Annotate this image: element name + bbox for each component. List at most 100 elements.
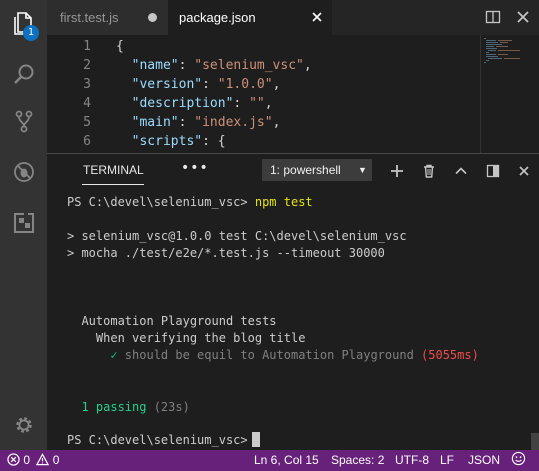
code-text: { [116, 37, 124, 56]
code-token: : [202, 77, 218, 92]
unsaved-dot-icon[interactable] [148, 13, 157, 22]
code-token: "version" [131, 77, 203, 92]
code-text: "scripts": { [116, 132, 226, 151]
code-token: : [178, 58, 195, 73]
test-name: should be equil to Automation Playground [117, 348, 414, 362]
terminal-line: Automation Playground tests [67, 314, 277, 328]
line-number: 3 [83, 77, 91, 92]
debug-icon[interactable] [0, 149, 47, 195]
prompt-text: PS C:\devel\selenium_vsc> [67, 433, 248, 447]
code-token: , [264, 96, 273, 111]
code-line: 1{ [47, 37, 477, 56]
chevron-down-icon: ▼ [358, 165, 367, 175]
terminal-line: > mocha ./test/e2e/*.test.js --timeout 3… [67, 246, 385, 260]
language-mode[interactable]: JSON [468, 450, 500, 471]
chevron-up-icon[interactable] [453, 163, 469, 179]
gear-icon[interactable] [0, 402, 47, 448]
code-token: : { [202, 134, 226, 149]
error-icon [7, 453, 20, 466]
tab-label: package.json [179, 10, 256, 25]
terminal-panel: TERMINAL ••• 1: powershell ▼ PS C:\devel… [47, 153, 539, 451]
trash-icon[interactable] [421, 163, 437, 179]
plus-icon[interactable] [389, 163, 405, 179]
cursor-position[interactable]: Ln 6, Col 15 [254, 450, 319, 471]
split-editor-icon[interactable] [485, 9, 501, 25]
terminal-line: PS C:\devel\selenium_vsc> [67, 432, 260, 449]
tab-package-json[interactable]: package.json [168, 0, 332, 35]
terminal-cursor [251, 432, 260, 447]
line-number: 4 [83, 96, 91, 111]
close-icon[interactable] [309, 9, 325, 25]
line-number: 2 [83, 58, 91, 73]
prompt-text: PS C:\devel\selenium_vsc> [67, 195, 255, 209]
code-line: 5 "main": "index.js", [47, 113, 477, 132]
source-control-icon[interactable] [0, 98, 47, 144]
code-text: "name": "selenium_vsc", [116, 56, 312, 75]
code-token: "main" [131, 115, 179, 130]
code-token: { [116, 39, 124, 54]
terminal-select-value: 1: powershell [270, 163, 341, 177]
problems-indicator[interactable]: 0 0 [7, 450, 59, 471]
code-token: , [272, 115, 281, 130]
active-tab-underline [82, 184, 144, 185]
command-text: npm test [254, 195, 313, 209]
close-icon[interactable] [516, 163, 532, 179]
code-token: "1.0.0" [217, 77, 273, 92]
minimap[interactable] [480, 35, 539, 153]
code-line: 6 "scripts": { [47, 132, 477, 151]
search-icon[interactable] [0, 51, 47, 97]
code-token: , [303, 58, 312, 73]
close-all-icon[interactable] [515, 9, 531, 25]
warning-icon [36, 453, 50, 466]
terminal-line: > selenium_vsc@1.0.0 test C:\devel\selen… [67, 229, 407, 243]
encoding[interactable]: UTF-8 [395, 450, 429, 471]
editor-tab-bar: first.test.js package.json [47, 0, 539, 35]
code-token: , [272, 77, 281, 92]
terminal-scrollbar[interactable] [531, 433, 539, 451]
code-token: "index.js" [194, 115, 273, 130]
terminal-line: 1 passing (23s) [67, 399, 190, 416]
code-editor[interactable]: 1{2 "name": "selenium_vsc", 3 "version": … [47, 35, 539, 153]
line-number: 1 [83, 39, 91, 54]
test-duration: (5055ms) [413, 348, 479, 362]
code-text: "version": "1.0.0", [116, 75, 281, 94]
code-text: "main": "index.js", [116, 113, 281, 132]
maximize-icon[interactable] [485, 163, 501, 179]
code-token: "name" [131, 58, 179, 73]
check-icon: ✓ [67, 348, 118, 362]
status-bar: 0 0 Ln 6, Col 15 Spaces: 2 UTF-8 LF JSON [0, 450, 539, 471]
code-token: : [178, 115, 195, 130]
warning-count: 0 [52, 453, 60, 467]
explorer-icon[interactable] [0, 0, 47, 46]
code-token: "scripts" [131, 134, 203, 149]
code-token: "description" [131, 96, 234, 111]
end-of-line[interactable]: LF [440, 450, 454, 471]
code-line: 4 "description": "", [47, 94, 477, 113]
code-token: : [233, 96, 250, 111]
code-text: "description": "", [116, 94, 273, 113]
terminal-select[interactable]: 1: powershell ▼ [262, 159, 372, 181]
tab-terminal[interactable]: TERMINAL [83, 163, 144, 177]
passing-time: (23s) [146, 400, 190, 414]
line-number: 6 [83, 134, 91, 149]
activity-bar: 1 [0, 0, 47, 450]
code-token: "selenium_vsc" [194, 58, 304, 73]
code-token: "" [249, 96, 265, 111]
error-count: 0 [23, 453, 31, 467]
code-line: 2 "name": "selenium_vsc", [47, 56, 477, 75]
more-actions-icon[interactable]: ••• [181, 160, 209, 176]
tab-label: first.test.js [60, 10, 119, 25]
line-number: 5 [83, 115, 91, 130]
indentation[interactable]: Spaces: 2 [331, 450, 384, 471]
smiley-icon[interactable] [511, 450, 526, 471]
terminal-line: PS C:\devel\selenium_vsc> npm test [67, 194, 313, 211]
extensions-icon[interactable] [0, 200, 47, 246]
code-line: 3 "version": "1.0.0", [47, 75, 477, 94]
terminal-line: When verifying the blog title [67, 331, 306, 345]
tab-first-test-js[interactable]: first.test.js [47, 0, 168, 35]
explorer-badge: 1 [23, 25, 39, 41]
terminal-line: ✓ should be equil to Automation Playgrou… [67, 347, 479, 364]
